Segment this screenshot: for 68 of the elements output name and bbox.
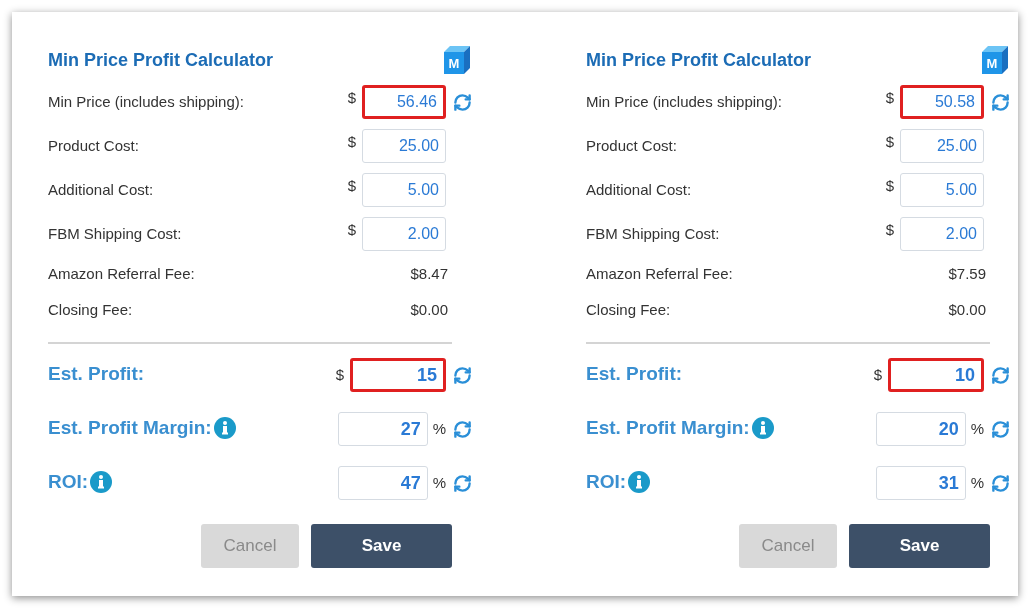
number-field[interactable]: 47	[337, 466, 428, 500]
result-label: ROI:	[48, 470, 89, 494]
number-field[interactable]: 27	[337, 412, 428, 446]
field-label: Product Cost:	[48, 135, 140, 156]
refresh-icon[interactable]	[990, 419, 1010, 439]
currency-sign: $	[885, 87, 894, 108]
calculator-title: Min Price Profit Calculator	[586, 48, 812, 72]
currency-sign: $	[347, 87, 356, 108]
currency-sign: $	[347, 219, 356, 240]
number-field[interactable]: 50.58	[900, 85, 984, 119]
refresh-icon[interactable]	[452, 365, 472, 385]
field-label: FBM Shipping Cost:	[586, 223, 721, 244]
number-field[interactable]: 25.00	[900, 129, 984, 163]
number-field[interactable]: 56.46	[362, 85, 446, 119]
fee-value: $7.59	[948, 263, 986, 284]
currency-sign: $	[885, 175, 894, 196]
fee-value: $8.47	[410, 263, 448, 284]
currency-sign: $	[885, 131, 894, 152]
percent-sign: %	[970, 472, 984, 493]
field-label: Additional Cost:	[48, 179, 155, 200]
fee-value: $0.00	[410, 299, 448, 320]
info-icon[interactable]	[90, 471, 113, 494]
number-field[interactable]: 31	[875, 466, 966, 500]
number-field[interactable]: 2.00	[362, 217, 446, 251]
currency-sign: $	[335, 364, 344, 385]
number-field[interactable]: 10	[888, 358, 984, 392]
logo: M	[444, 46, 470, 74]
field-label: Min Price (includes shipping):	[586, 91, 783, 112]
currency-sign: $	[347, 131, 356, 152]
fee-label: Closing Fee:	[586, 299, 672, 320]
number-field[interactable]: 5.00	[362, 173, 446, 207]
percent-sign: %	[970, 418, 984, 439]
save-button[interactable]: Save	[849, 524, 990, 568]
save-button[interactable]: Save	[311, 524, 452, 568]
refresh-icon[interactable]	[990, 365, 1010, 385]
field-label: Min Price (includes shipping):	[48, 91, 245, 112]
calculator-title: Min Price Profit Calculator	[48, 48, 274, 72]
fee-value: $0.00	[948, 299, 986, 320]
percent-sign: %	[432, 472, 446, 493]
info-icon[interactable]	[751, 417, 774, 440]
result-label: Est. Profit:	[586, 362, 683, 386]
info-icon[interactable]	[213, 417, 236, 440]
field-label: Product Cost:	[586, 135, 678, 156]
field-label: Additional Cost:	[586, 179, 693, 200]
number-field[interactable]: 5.00	[900, 173, 984, 207]
info-icon[interactable]	[628, 471, 651, 494]
result-label: ROI:	[586, 470, 627, 494]
currency-sign: $	[873, 364, 882, 385]
result-label: Est. Profit Margin:	[586, 416, 750, 440]
field-label: FBM Shipping Cost:	[48, 223, 183, 244]
fee-label: Closing Fee:	[48, 299, 134, 320]
result-label: Est. Profit Margin:	[48, 416, 212, 440]
percent-sign: %	[432, 418, 446, 439]
result-label: Est. Profit:	[48, 362, 145, 386]
currency-sign: $	[347, 175, 356, 196]
refresh-icon[interactable]	[452, 92, 472, 112]
refresh-icon[interactable]	[452, 419, 472, 439]
fee-label: Amazon Referral Fee:	[586, 263, 734, 284]
fee-label: Amazon Referral Fee:	[48, 263, 196, 284]
refresh-icon[interactable]	[452, 473, 472, 493]
refresh-icon[interactable]	[990, 92, 1010, 112]
refresh-icon[interactable]	[990, 473, 1010, 493]
number-field[interactable]: 20	[875, 412, 966, 446]
number-field[interactable]: 2.00	[900, 217, 984, 251]
number-field[interactable]: 25.00	[362, 129, 446, 163]
currency-sign: $	[885, 219, 894, 240]
number-field[interactable]: 15	[350, 358, 446, 392]
logo: M	[982, 46, 1008, 74]
